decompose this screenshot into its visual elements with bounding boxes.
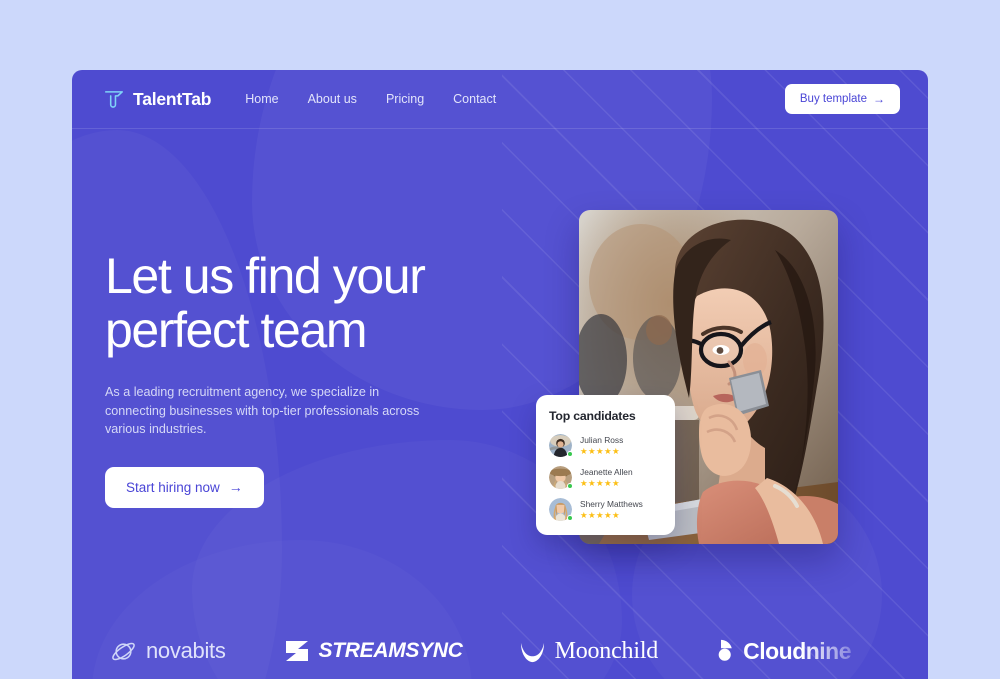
candidate-info: Sherry Matthews ★★★★★ bbox=[580, 498, 643, 520]
headline-line-2: perfect team bbox=[105, 301, 368, 358]
brand-logo-link[interactable]: TalentTab bbox=[103, 88, 211, 110]
partner-logo-label: novabits bbox=[146, 638, 226, 663]
nav-item-about-us[interactable]: About us bbox=[308, 92, 357, 106]
candidate-info: Julian Ross ★★★★★ bbox=[580, 434, 624, 456]
partner-logo-novabits: novabits bbox=[110, 638, 226, 665]
nav-item-home[interactable]: Home bbox=[245, 92, 278, 106]
page-title: Let us find your perfect team bbox=[105, 248, 505, 358]
avatar bbox=[549, 498, 573, 521]
partner-logo-label: STREAMSYNC bbox=[318, 639, 463, 662]
hero-copy-column: Let us find your perfect team As a leadi… bbox=[105, 248, 505, 508]
start-hiring-label: Start hiring now bbox=[126, 479, 220, 495]
main-nav: Home About us Pricing Contact bbox=[245, 92, 496, 106]
arrow-right-icon: → bbox=[228, 479, 243, 495]
avatar bbox=[549, 434, 573, 457]
rating-stars: ★★★★★ bbox=[580, 477, 621, 488]
top-candidates-card: Top candidates Julian Ross ★★★★★ Jeanett… bbox=[536, 395, 675, 535]
headline-line-1: Let us find your bbox=[105, 248, 426, 304]
top-candidates-title: Top candidates bbox=[549, 409, 636, 423]
partner-logo-cloudnine: Cloudnine bbox=[708, 637, 852, 665]
partner-logo-bar: novabits STREAMSYNC Moonchild Cloudnine bbox=[72, 623, 928, 679]
cloud-c-icon bbox=[708, 638, 734, 664]
start-hiring-now-button[interactable]: Start hiring now → bbox=[105, 466, 264, 508]
partner-logo-label: Moonchild bbox=[554, 637, 659, 664]
z-block-icon bbox=[284, 639, 310, 663]
avatar bbox=[549, 466, 573, 489]
hero-section: TalentTab Home About us Pricing Contact … bbox=[72, 70, 928, 679]
candidate-name: Julian Ross bbox=[580, 434, 624, 445]
rating-stars: ★★★★★ bbox=[580, 445, 621, 456]
crescent-moon-icon bbox=[519, 639, 546, 664]
candidate-name: Sherry Matthews bbox=[580, 498, 643, 509]
candidate-name: Jeanette Allen bbox=[580, 466, 633, 477]
buy-template-label: Buy template bbox=[799, 93, 867, 105]
online-status-dot bbox=[566, 483, 573, 489]
nav-item-contact[interactable]: Contact bbox=[453, 92, 496, 106]
arrow-right-icon: → bbox=[873, 92, 885, 106]
buy-template-button[interactable]: Buy template → bbox=[784, 84, 900, 114]
page-root: TalentTab Home About us Pricing Contact … bbox=[0, 0, 1000, 679]
nav-item-pricing[interactable]: Pricing bbox=[386, 92, 424, 106]
talenttab-t-logo-icon bbox=[103, 88, 125, 110]
partner-logo-moonchild: Moonchild bbox=[519, 637, 659, 665]
online-status-dot bbox=[566, 515, 573, 521]
partner-logo-label: Cloudnine bbox=[743, 637, 852, 664]
hero-subtext: As a leading recruitment agency, we spec… bbox=[105, 385, 420, 436]
planet-ring-icon bbox=[110, 638, 137, 665]
candidate-info: Jeanette Allen ★★★★★ bbox=[580, 466, 633, 488]
candidate-row[interactable]: Jeanette Allen ★★★★★ bbox=[549, 466, 662, 489]
rating-stars: ★★★★★ bbox=[580, 509, 621, 520]
partner-logo-streamsync: STREAMSYNC bbox=[284, 639, 463, 663]
site-header: TalentTab Home About us Pricing Contact … bbox=[72, 70, 928, 129]
brand-name: TalentTab bbox=[133, 88, 212, 109]
online-status-dot bbox=[566, 451, 573, 457]
candidate-row[interactable]: Sherry Matthews ★★★★★ bbox=[549, 498, 662, 521]
candidate-row[interactable]: Julian Ross ★★★★★ bbox=[549, 434, 662, 457]
